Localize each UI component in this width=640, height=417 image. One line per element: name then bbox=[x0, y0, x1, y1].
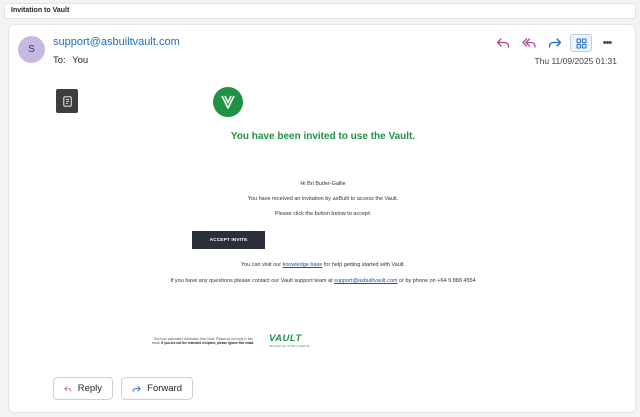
instruction-text: Please click the button below to accept: bbox=[274, 211, 372, 217]
reply-button[interactable]: Reply bbox=[53, 377, 113, 400]
footer-note: This is an automated notification from V… bbox=[150, 337, 256, 345]
footer-note-2: If you are not the intended recipient, p… bbox=[161, 341, 255, 346]
reply-forward-row: Reply Forward bbox=[53, 377, 193, 400]
contact-prefix: If you have any questions please contact… bbox=[170, 278, 333, 284]
invite-headline: You have been invited to use the Vault. bbox=[230, 131, 416, 142]
forward-label: Forward bbox=[147, 383, 182, 394]
reply-button-icon bbox=[64, 385, 72, 392]
reply-icon[interactable] bbox=[492, 34, 514, 52]
reply-all-icon[interactable] bbox=[518, 34, 540, 52]
knowledge-base-link[interactable]: knowledge base bbox=[283, 262, 323, 268]
support-email-link[interactable]: support@asbuiltvault.com bbox=[334, 278, 397, 284]
sender-avatar[interactable]: S bbox=[18, 36, 45, 63]
vault-tagline: TECHNICAL INTELLIGENCE bbox=[269, 345, 310, 348]
addin-icon[interactable] bbox=[56, 89, 78, 113]
email-subject: Invitation to Vault bbox=[11, 7, 70, 14]
help-text: You can visit our knowledge base for hel… bbox=[9, 262, 637, 268]
recipient-name[interactable]: You bbox=[72, 55, 88, 66]
reply-label: Reply bbox=[77, 383, 102, 394]
subject-bar: Invitation to Vault bbox=[4, 3, 636, 19]
greeting-text: Hi Bri Butler-Gallie bbox=[300, 181, 346, 187]
invitation-text: You have received an invitation by asBui… bbox=[247, 196, 399, 202]
help-suffix: for help getting started with Vault. bbox=[323, 262, 406, 268]
contact-suffix: or by phone on +64 9 888 4554 bbox=[399, 278, 476, 284]
help-prefix: You can visit our bbox=[240, 262, 282, 268]
sent-date: Thu 11/09/2025 01:31 bbox=[534, 56, 617, 66]
to-label: To: bbox=[53, 55, 66, 66]
vault-wordmark: VAULT bbox=[269, 333, 302, 344]
email-reading-pane: S support@asbuiltvault.com To: You Thu 1… bbox=[8, 24, 636, 413]
accept-invite-button[interactable]: ACCEPT INVITE bbox=[192, 231, 265, 249]
apps-icon[interactable] bbox=[570, 34, 592, 52]
forward-button[interactable]: Forward bbox=[121, 377, 193, 400]
sender-address[interactable]: support@asbuiltvault.com bbox=[53, 36, 180, 48]
forward-button-icon bbox=[132, 385, 141, 392]
message-actions: ••• bbox=[492, 34, 618, 52]
forward-icon[interactable] bbox=[544, 34, 566, 52]
vault-logo-icon bbox=[213, 87, 243, 117]
contact-text: If you have any questions please contact… bbox=[9, 278, 637, 284]
recipient-row: To: You bbox=[53, 55, 88, 66]
more-icon[interactable]: ••• bbox=[596, 34, 618, 52]
